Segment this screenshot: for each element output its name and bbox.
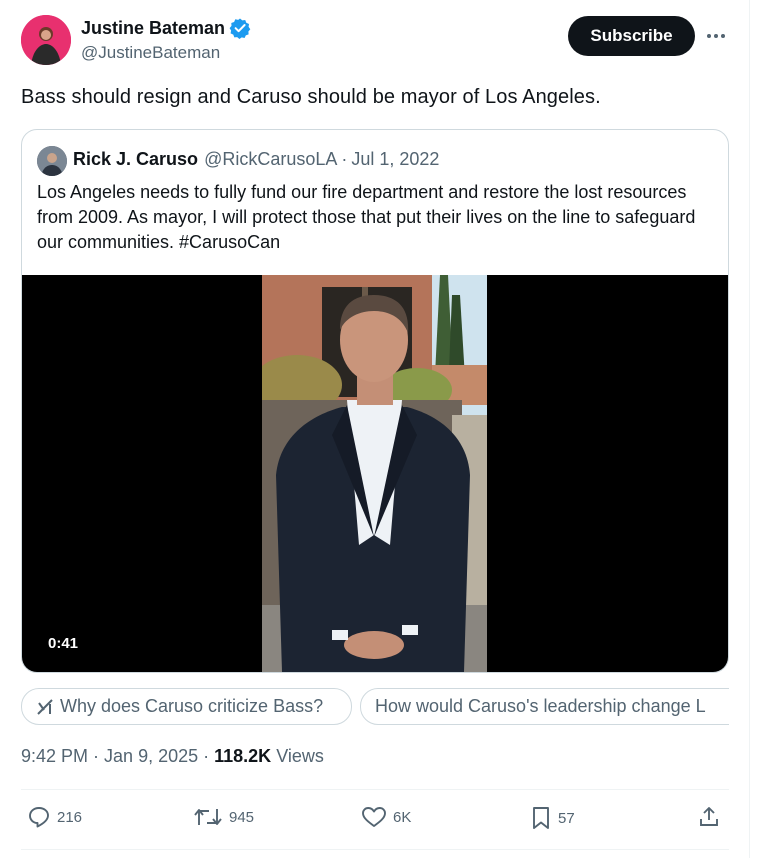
tweet-page: Justine Bateman @JustineBateman Subscrib… [0, 0, 757, 858]
quoted-handle[interactable]: @RickCarusoLA [204, 149, 337, 170]
video-duration: 0:41 [48, 635, 79, 652]
share-button[interactable] [697, 805, 721, 829]
grok-chip[interactable]: How would Caruso's leadership change L [360, 688, 729, 725]
author-display-name[interactable]: Justine Bateman [81, 18, 225, 39]
grok-chip-label: Why does Caruso criticize Bass? [60, 696, 324, 716]
author-name-row: Justine Bateman [81, 17, 251, 39]
meta-separator: · [198, 746, 215, 766]
reply-button[interactable]: 216 [27, 805, 82, 829]
reply-count: 216 [57, 808, 83, 826]
tweet-text: Bass should resign and Caruso should be … [21, 86, 601, 108]
like-button[interactable]: 6K [361, 805, 411, 829]
grok-icon [36, 698, 54, 716]
quoted-separator: · [341, 149, 348, 169]
meta-separator: · [88, 746, 105, 766]
column-border [749, 0, 750, 858]
bookmark-count: 57 [558, 809, 575, 827]
like-count: 6K [393, 808, 412, 826]
reply-icon [27, 805, 51, 829]
divider [21, 789, 729, 790]
bookmark-icon [530, 805, 552, 831]
grok-suggestions: Why does Caruso criticize Bass? How woul… [21, 688, 729, 725]
share-icon [697, 805, 721, 829]
repost-count: 945 [229, 808, 255, 826]
verified-badge-icon[interactable] [229, 17, 251, 39]
more-dots-icon[interactable] [704, 24, 728, 48]
bookmark-button[interactable]: 57 [530, 805, 575, 831]
action-bar: 216 945 6K 57 [21, 805, 729, 837]
tweet-date[interactable]: Jan 9, 2025 [104, 746, 198, 766]
quoted-author-avatar[interactable] [37, 146, 67, 176]
views-label: Views [271, 746, 324, 766]
quoted-text: Los Angeles needs to fully fund our fire… [37, 182, 696, 252]
author-avatar[interactable] [21, 15, 71, 65]
video-player[interactable]: 0:41 [22, 275, 728, 672]
quoted-date[interactable]: Jul 1, 2022 [351, 149, 439, 170]
subscribe-button[interactable]: Subscribe [568, 16, 695, 56]
views-count[interactable]: 118.2K [214, 746, 271, 766]
tweet-meta: 9:42 PM · Jan 9, 2025 · 118.2K Views [21, 746, 324, 767]
tweet-time[interactable]: 9:42 PM [21, 746, 88, 766]
repost-icon [193, 805, 223, 829]
quoted-tweet-card[interactable]: Rick J. Caruso @RickCarusoLA · Jul 1, 20… [21, 129, 729, 673]
quoted-header: Rick J. Caruso @RickCarusoLA · Jul 1, 20… [73, 149, 439, 170]
video-thumbnail [262, 275, 487, 672]
repost-button[interactable]: 945 [193, 805, 254, 829]
divider [21, 849, 729, 850]
grok-chip-label: How would Caruso's leadership change L [375, 696, 706, 716]
author-handle[interactable]: @JustineBateman [81, 43, 220, 63]
quoted-display-name[interactable]: Rick J. Caruso [73, 149, 198, 170]
grok-chip[interactable]: Why does Caruso criticize Bass? [21, 688, 352, 725]
heart-icon [361, 805, 387, 829]
